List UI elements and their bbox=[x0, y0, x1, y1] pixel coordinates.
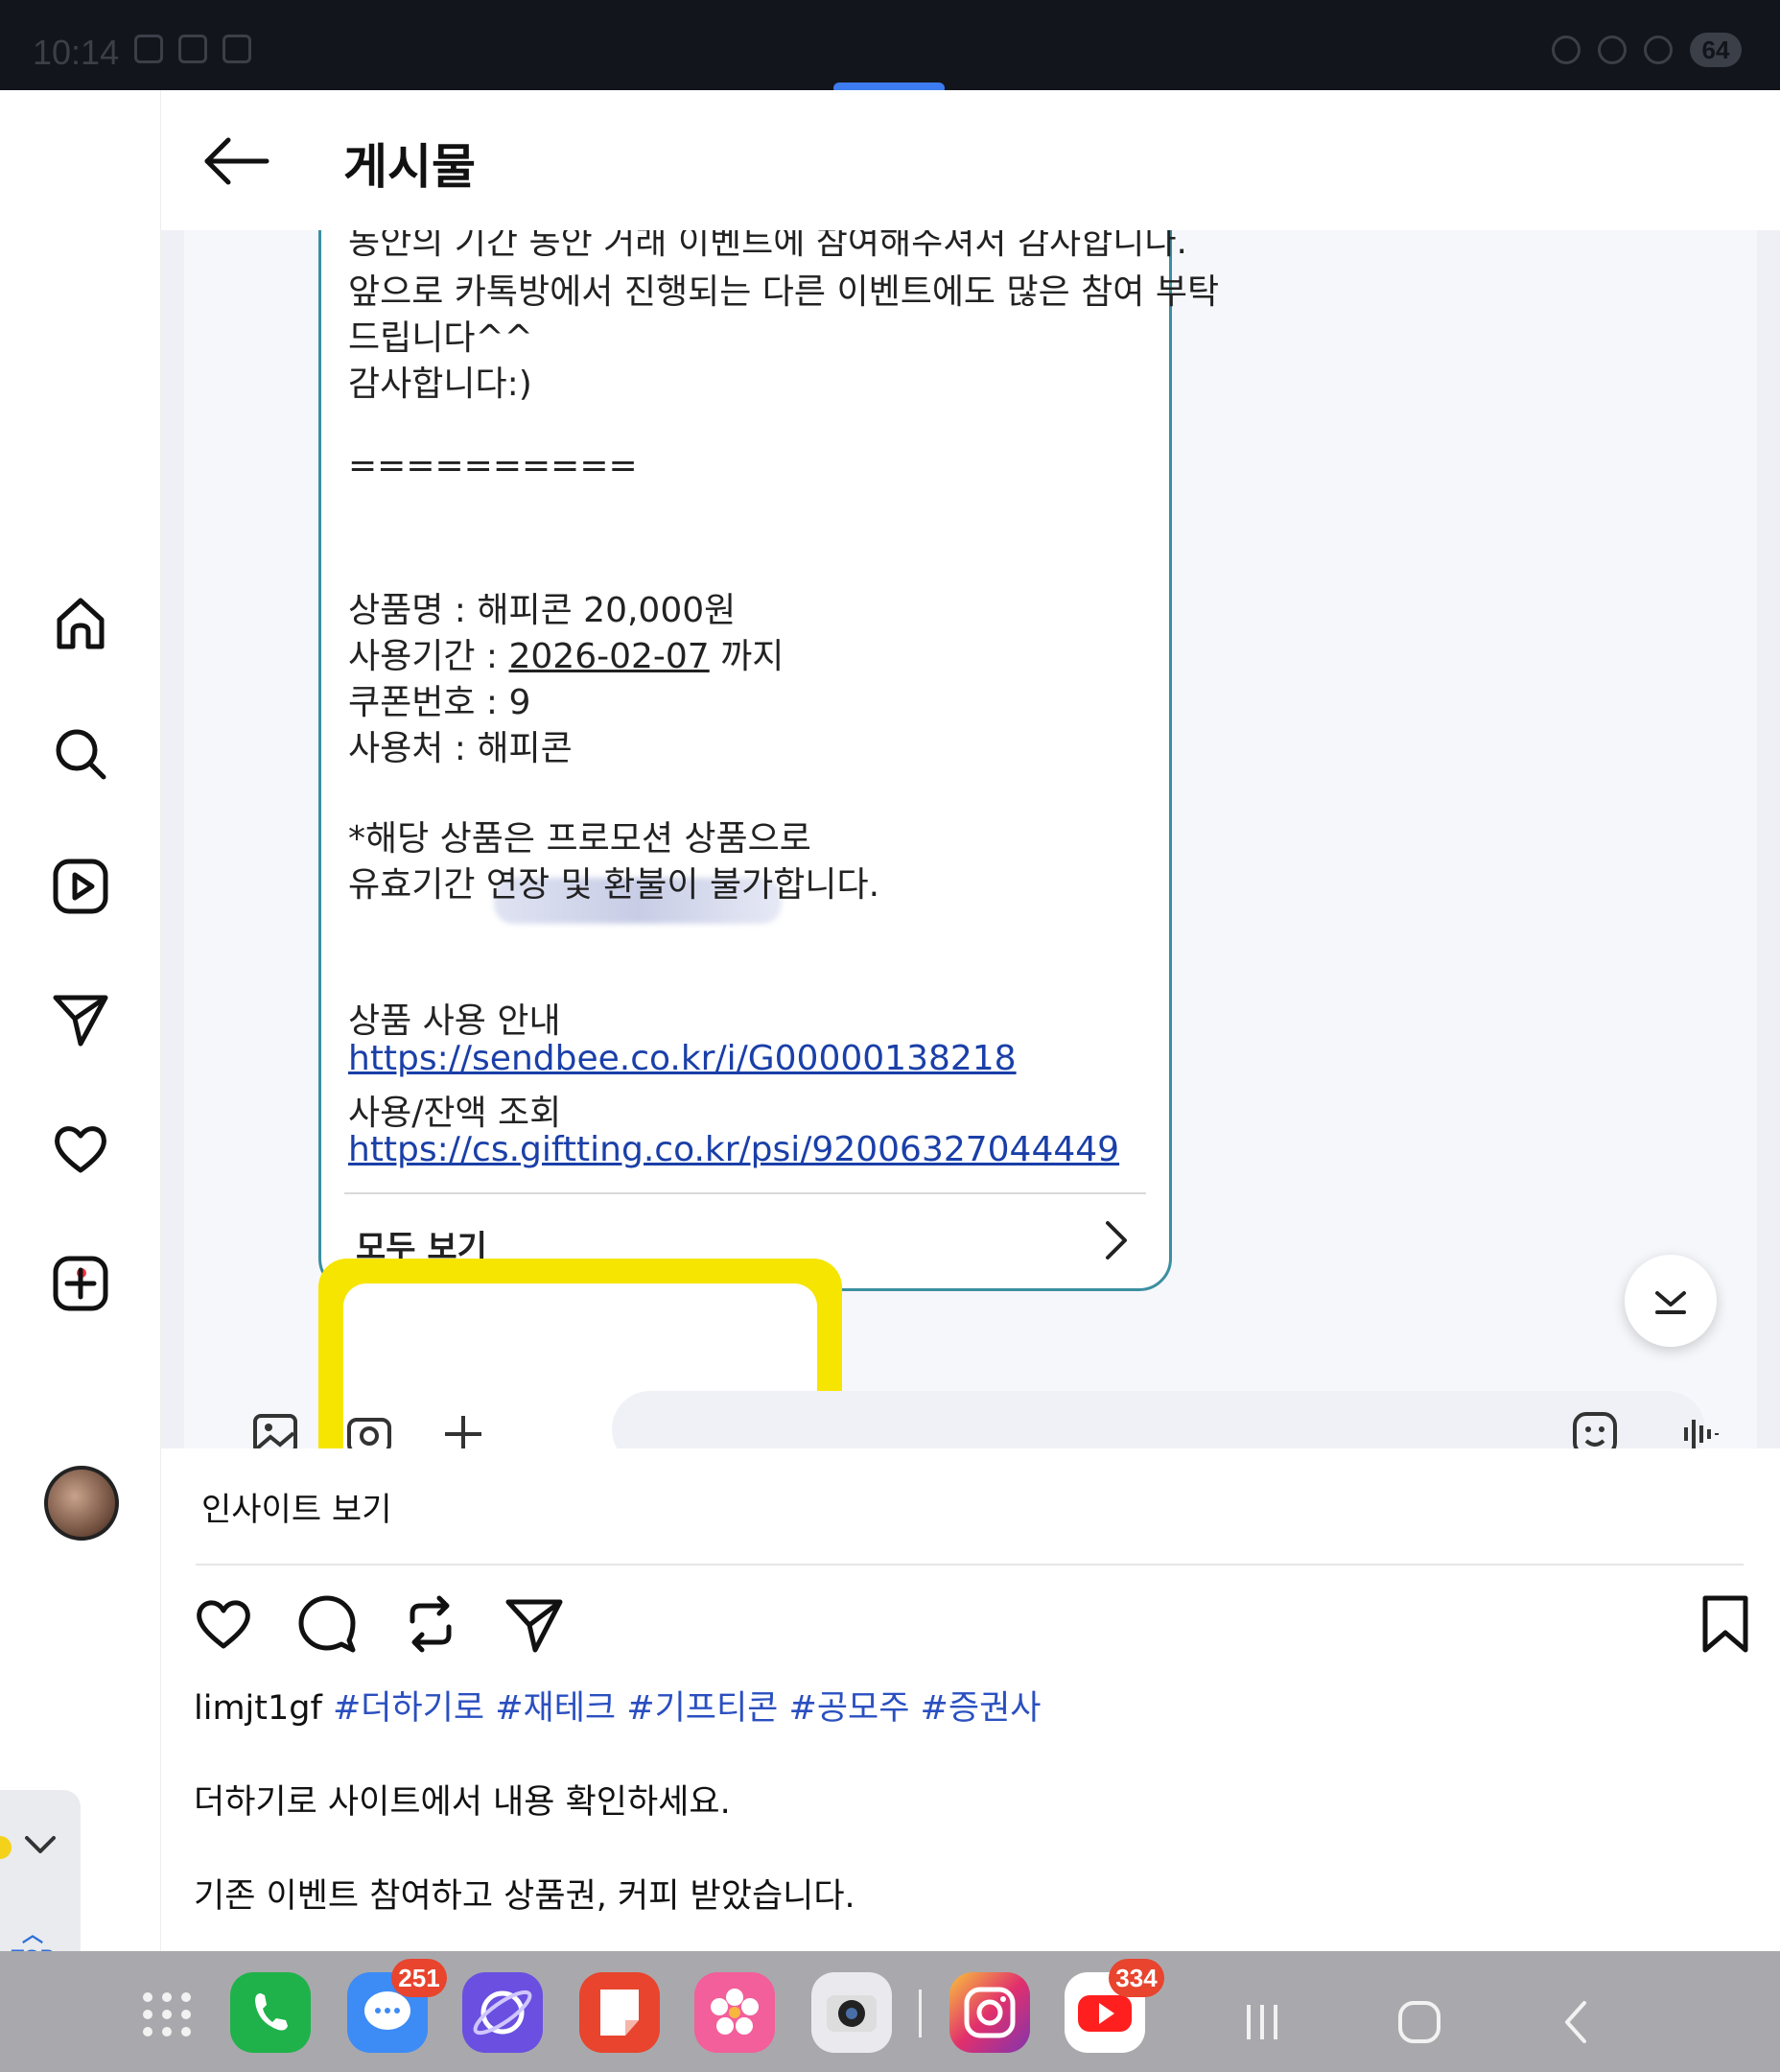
youtube-app-icon[interactable]: 334 bbox=[1065, 1959, 1164, 2053]
search-icon[interactable] bbox=[46, 719, 115, 789]
usage-period-line: 사용기간 : 2026-02-07 까지 bbox=[348, 628, 784, 678]
recent-apps-icon[interactable] bbox=[1233, 1993, 1291, 2051]
chat-input-bar bbox=[238, 1391, 1753, 1448]
repost-icon[interactable] bbox=[399, 1592, 462, 1656]
plus-icon bbox=[445, 1416, 481, 1448]
dock-separator bbox=[919, 1990, 922, 2037]
message-line: 드립니다^^ bbox=[348, 318, 533, 358]
page-title: 게시물 bbox=[343, 139, 476, 195]
chevron-up-icon: ︿ bbox=[21, 1922, 43, 1946]
wifi-icon bbox=[1598, 35, 1627, 64]
youtube-badge: 334 bbox=[1109, 1959, 1164, 1997]
message-separator: ========== bbox=[348, 446, 638, 485]
product-name-line: 상품명 : 해피콘 20,000원 bbox=[348, 591, 737, 630]
messages-badge: 251 bbox=[391, 1959, 447, 1997]
notifications-heart-icon[interactable] bbox=[46, 1115, 115, 1184]
card-divider bbox=[344, 1192, 1146, 1194]
home-button-icon[interactable] bbox=[1391, 1993, 1448, 2051]
camera-app-icon[interactable] bbox=[811, 1972, 892, 2053]
usage-period-label: 사용기간 : bbox=[348, 637, 509, 676]
like-heart-icon[interactable] bbox=[192, 1592, 255, 1656]
signal-icon bbox=[1644, 35, 1673, 64]
voice-wave-icon bbox=[1684, 1420, 1719, 1448]
caption-line: 기존 이벤트 참여하고 상품권, 커피 받았습니다. bbox=[194, 1877, 855, 1916]
chat-message-field bbox=[612, 1391, 1705, 1448]
notes-app-icon[interactable] bbox=[579, 1972, 660, 2053]
usage-place-line: 사용처 : 해피콘 bbox=[348, 729, 573, 768]
post-image[interactable]: 동안의 기간 동안 거래 이벤트에 참여해주셔서 감사합니다. 앞으로 카톡방에… bbox=[161, 230, 1780, 1448]
app-dock: 251 334 bbox=[0, 1951, 1780, 2072]
reels-icon[interactable] bbox=[46, 852, 115, 921]
post-username[interactable]: limjt1gf bbox=[194, 1689, 322, 1728]
caption-line: 더하기로 사이트에서 내용 확인하세요. bbox=[194, 1783, 731, 1822]
balance-check-link[interactable]: https://cs.giftting.co.kr/psi/9200632704… bbox=[348, 1130, 1119, 1169]
chevron-right-icon[interactable] bbox=[1102, 1219, 1131, 1261]
emoticon-icon bbox=[1573, 1412, 1617, 1448]
message-line: 앞으로 카톡방에서 진행되는 다른 이벤트에도 많은 참여 부탁 bbox=[348, 272, 1220, 312]
usage-guide-link[interactable]: https://sendbee.co.kr/i/G00000138218 bbox=[348, 1039, 1017, 1078]
post-action-row bbox=[192, 1592, 1748, 1661]
chevron-down-icon bbox=[1655, 1291, 1686, 1314]
instagram-app-icon[interactable] bbox=[949, 1972, 1030, 2053]
message-partial-line: 동안의 기간 동안 거래 이벤트에 참여해주셔서 감사합니다. bbox=[348, 230, 1187, 262]
back-arrow-icon[interactable] bbox=[199, 132, 272, 190]
message-line: 감사합니다:) bbox=[348, 365, 532, 404]
post-hashtags[interactable]: #더하기로 #재테크 #기프티콘 #공모주 #증권사 bbox=[333, 1689, 1042, 1728]
message-card: 동안의 기간 동안 거래 이벤트에 참여해주셔서 감사합니다. 앞으로 카톡방에… bbox=[318, 230, 1219, 1291]
chevron-down-icon bbox=[25, 1836, 56, 1853]
image-gutter-right bbox=[1757, 230, 1780, 1448]
create-post-icon[interactable] bbox=[46, 1249, 115, 1318]
gallery-app-icon[interactable] bbox=[694, 1972, 775, 2053]
usage-guide-label: 상품 사용 안내 bbox=[348, 1001, 561, 1041]
section-divider bbox=[196, 1564, 1744, 1566]
notice-line: *해당 상품은 프로모션 상품으로 bbox=[348, 819, 811, 859]
balance-check-label: 사용/잔액 조회 bbox=[348, 1094, 562, 1133]
phone-app-icon[interactable] bbox=[230, 1972, 311, 2053]
status-time: 10:14 bbox=[33, 33, 120, 72]
mute-icon bbox=[1552, 35, 1581, 64]
messages-app-icon[interactable]: 251 bbox=[347, 1959, 447, 2053]
image-gutter-left bbox=[161, 230, 184, 1448]
bookmark-icon[interactable] bbox=[1694, 1592, 1757, 1656]
comment-icon[interactable] bbox=[295, 1592, 359, 1656]
caption-header: limjt1gf #더하기로 #재테크 #기프티콘 #공모주 #증권사 bbox=[194, 1681, 1041, 1730]
usage-period-date[interactable]: 2026-02-07 bbox=[509, 637, 710, 676]
image-icon bbox=[253, 1414, 297, 1448]
post-header: 게시물 bbox=[161, 90, 1780, 230]
share-icon[interactable] bbox=[503, 1592, 566, 1656]
screenshot-icon bbox=[178, 35, 207, 63]
battery-indicator: 64 bbox=[1690, 33, 1742, 67]
direct-message-icon[interactable] bbox=[46, 984, 115, 1053]
warning-icon bbox=[134, 35, 163, 63]
back-button-icon[interactable] bbox=[1548, 1993, 1605, 2051]
home-icon[interactable] bbox=[46, 589, 115, 658]
profile-avatar[interactable] bbox=[44, 1466, 119, 1541]
scroll-down-button[interactable] bbox=[1625, 1255, 1717, 1347]
app-drawer-icon[interactable] bbox=[127, 1972, 207, 2053]
usage-period-suffix: 까지 bbox=[709, 637, 785, 676]
camera-icon bbox=[347, 1418, 391, 1448]
status-left-icons bbox=[134, 35, 251, 63]
status-right-icons: 64 bbox=[1552, 33, 1742, 67]
coupon-number-line: 쿠폰번호 : 9 bbox=[348, 683, 531, 722]
status-bar: 10:14 64 bbox=[0, 0, 1780, 90]
left-navigation bbox=[0, 90, 161, 1951]
talk-icon bbox=[222, 35, 251, 63]
internet-app-icon[interactable] bbox=[462, 1972, 543, 2053]
notice-line: 유효기간 연장 및 환불이 불가합니다. bbox=[348, 865, 880, 905]
view-insights-link[interactable]: 인사이트 보기 bbox=[201, 1483, 392, 1530]
